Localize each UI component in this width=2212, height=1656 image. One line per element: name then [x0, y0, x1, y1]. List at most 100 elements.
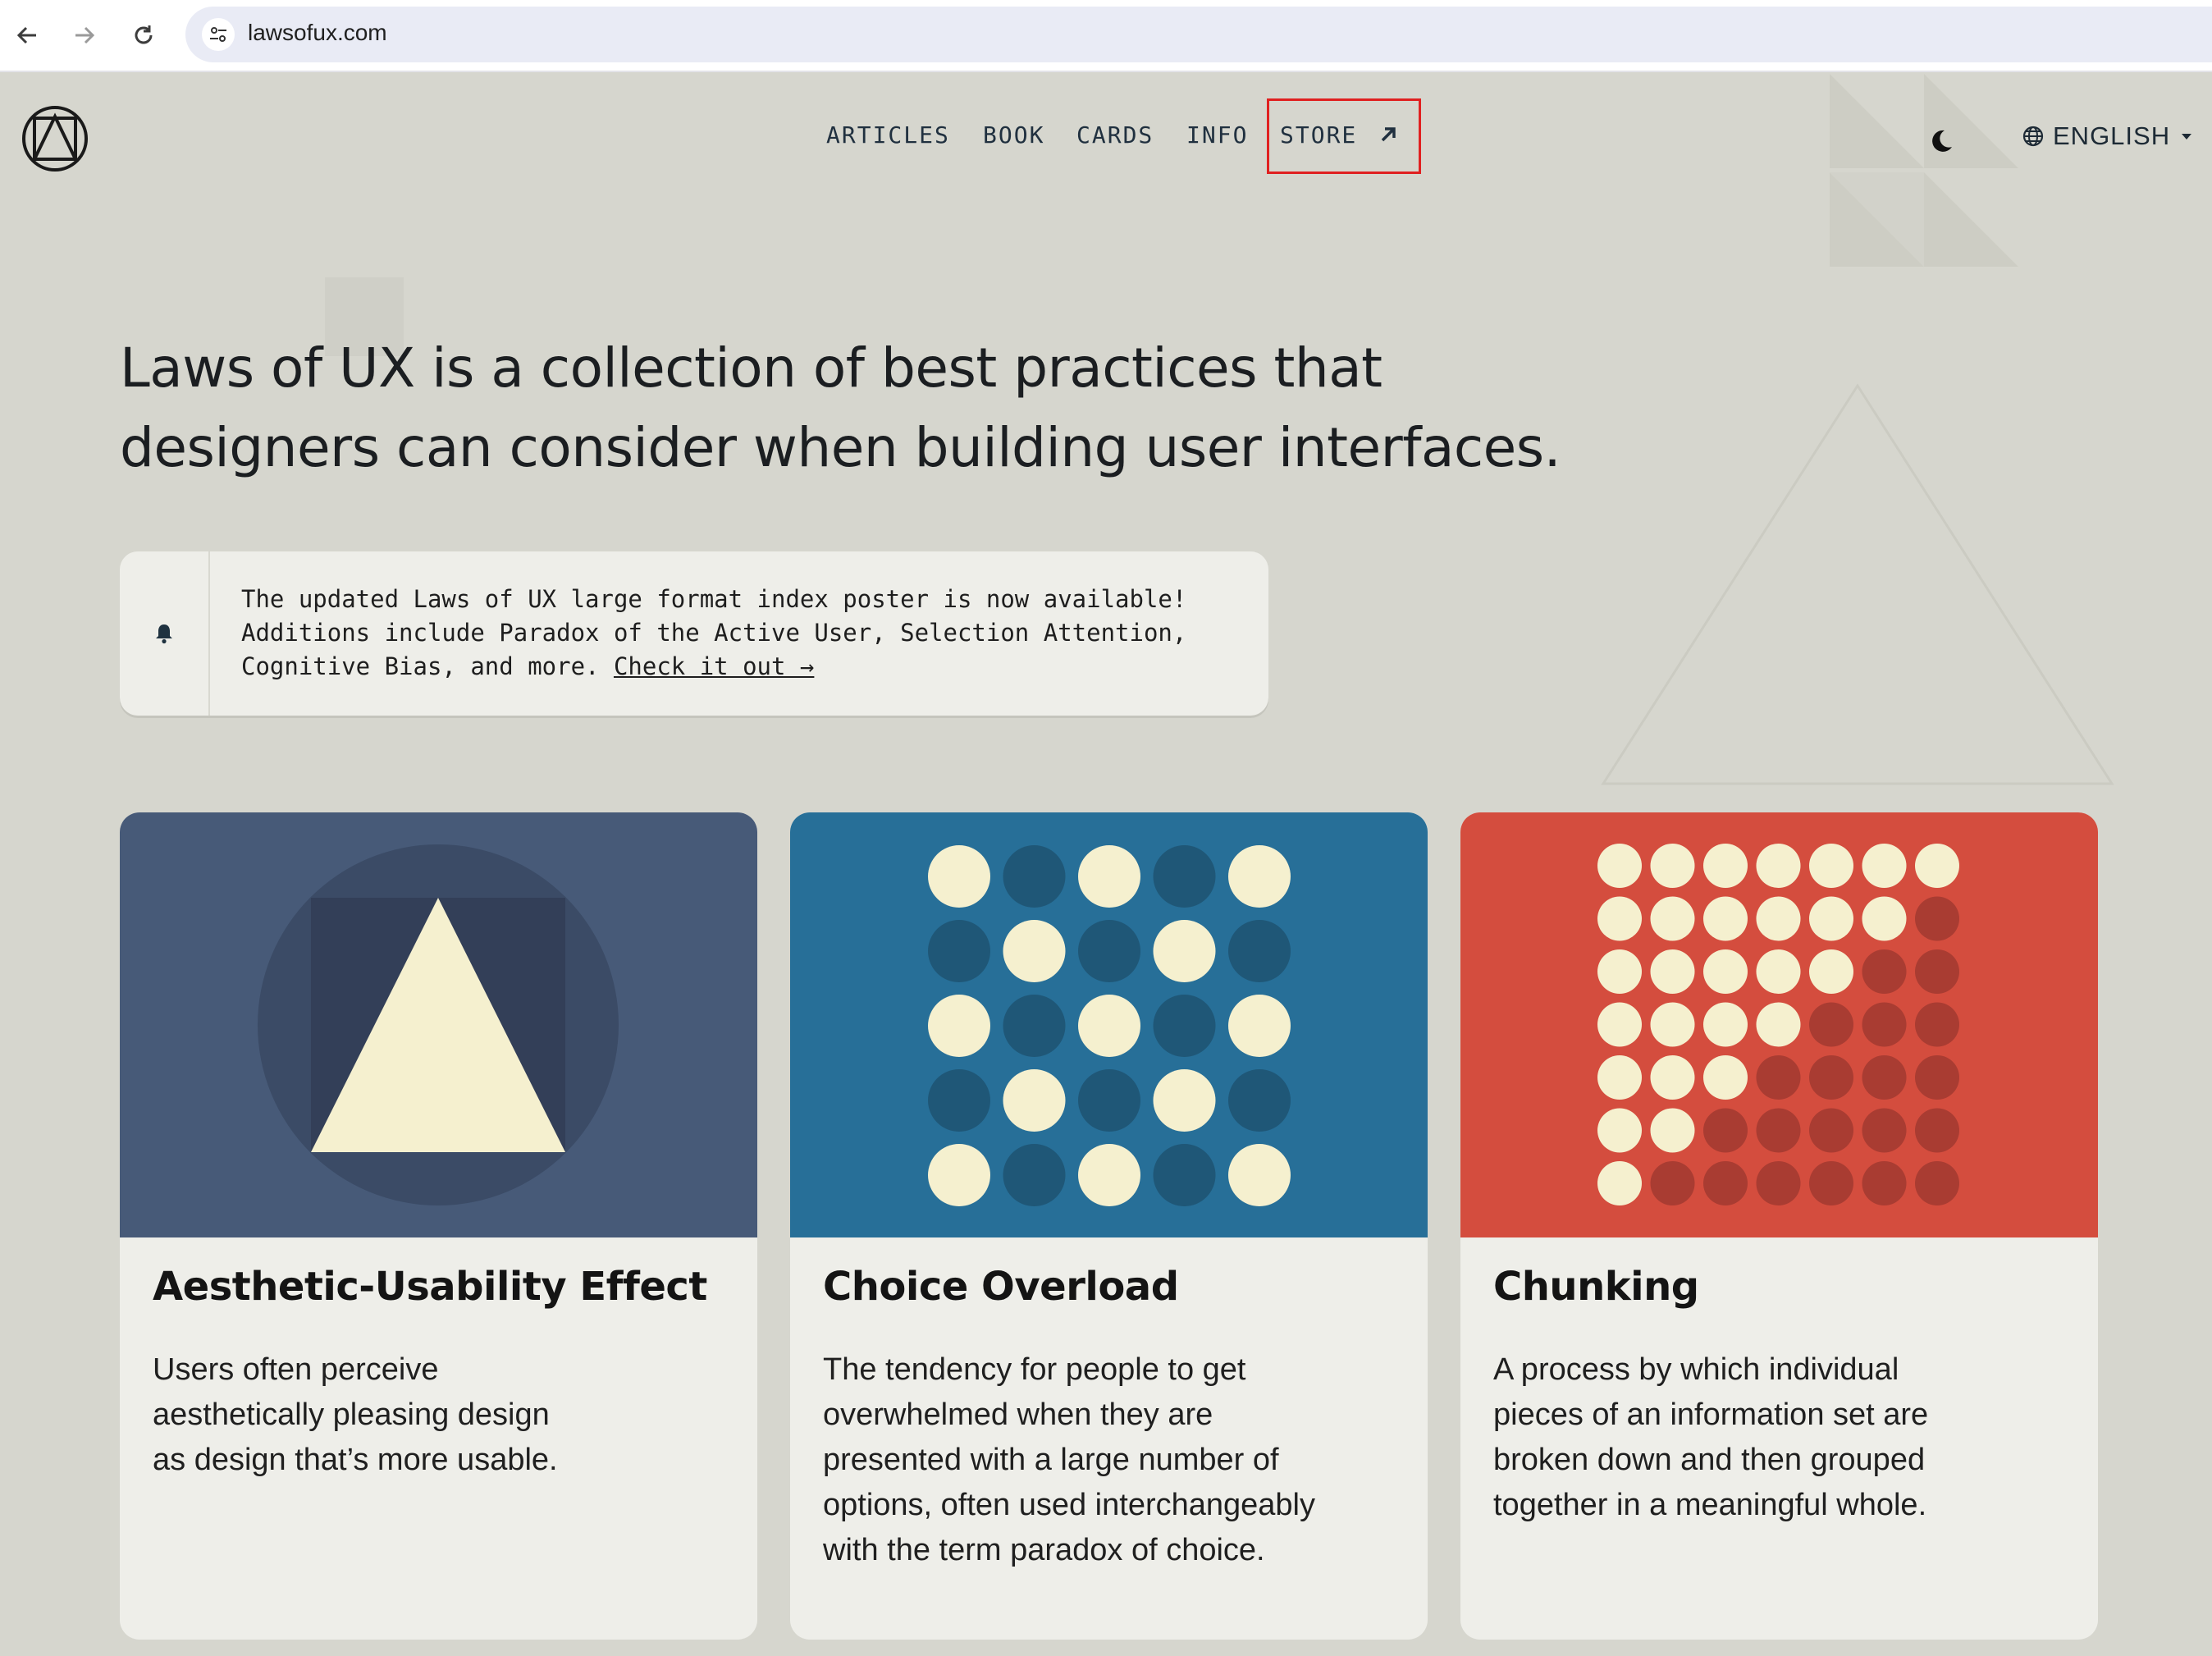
pattern-dot: [928, 920, 990, 982]
card-desc-line: A process by which individual: [1493, 1352, 1899, 1387]
pattern-dot: [1597, 1161, 1642, 1205]
check-it-out-link[interactable]: Check it out →: [614, 652, 814, 680]
pattern-dot: [928, 995, 990, 1057]
pattern-dot: [1597, 844, 1642, 888]
pattern-dot: [1915, 844, 1959, 888]
back-button[interactable]: [7, 15, 48, 56]
address-bar[interactable]: lawsofux.com: [185, 7, 2212, 62]
pattern-dot: [1703, 949, 1748, 994]
pattern-dot: [1756, 1161, 1801, 1205]
notice-line-3: Cognitive Bias, and more.: [241, 652, 614, 680]
pattern-dot: [1078, 1069, 1140, 1132]
pattern-dot: [1703, 1161, 1748, 1205]
card-title: Aesthetic-Usability Effect: [153, 1264, 707, 1310]
pattern-dot: [1228, 1144, 1291, 1206]
card-art-choice-overload: [790, 812, 1428, 1237]
pattern-dot: [1756, 1055, 1801, 1100]
nav-cards[interactable]: CARDS: [1076, 121, 1154, 149]
pattern-dot: [1703, 896, 1748, 941]
card-art-aesthetic-usability: [120, 812, 757, 1237]
pattern-dot: [1862, 896, 1907, 941]
pattern-dot: [1597, 1055, 1642, 1100]
pattern-dot: [1915, 1108, 1959, 1153]
pattern-dot: [1078, 920, 1140, 982]
card-desc-line: The tendency for people to get: [823, 1352, 1246, 1387]
pattern-dot: [1915, 1161, 1959, 1205]
pattern-dot: [1703, 1002, 1748, 1047]
pattern-dot: [1862, 1055, 1907, 1100]
url-text[interactable]: lawsofux.com: [248, 20, 387, 46]
card-choice-overload[interactable]: Choice Overload The tendency for people …: [790, 812, 1428, 1640]
forward-button[interactable]: [64, 15, 105, 56]
card-desc-line: presented with a large number of: [823, 1443, 1279, 1477]
pattern-dot: [1915, 1055, 1959, 1100]
pattern-dot: [1703, 844, 1748, 888]
pattern-dot: [1153, 1144, 1216, 1206]
pattern-dot: [1153, 845, 1216, 908]
pattern-dot: [928, 1144, 990, 1206]
background-triangles-decoration: [1830, 74, 2018, 267]
pattern-dot: [1756, 1108, 1801, 1153]
hero-heading: Laws of UX is a collection of best pract…: [120, 328, 1679, 487]
pattern-dot: [1650, 1108, 1695, 1153]
pattern-dot: [1650, 1055, 1695, 1100]
card-desc-line: overwhelmed when they are: [823, 1398, 1213, 1432]
pattern-dot: [1809, 1108, 1853, 1153]
pattern-dot: [1862, 1002, 1907, 1047]
notice-text: The updated Laws of UX large format inde…: [241, 583, 1242, 684]
arrow-left-icon: [16, 26, 36, 44]
hero-line-2: designers can consider when building use…: [120, 416, 1561, 479]
pattern-dot: [1597, 1002, 1642, 1047]
card-description: Users often perceive aesthetically pleas…: [153, 1347, 719, 1483]
pattern-dot: [1862, 1108, 1907, 1153]
nav-info[interactable]: INFO: [1186, 121, 1248, 149]
card-chunking[interactable]: Chunking A process by which individual p…: [1460, 812, 2098, 1640]
poster-notice: The updated Laws of UX large format inde…: [120, 551, 1268, 716]
pattern-dot: [1650, 1002, 1695, 1047]
reload-button[interactable]: [123, 15, 164, 56]
card-desc-line: with the term paradox of choice.: [823, 1533, 1265, 1567]
pattern-dot: [1078, 845, 1140, 908]
arrow-right-icon: [75, 26, 95, 44]
pattern-dot: [1228, 1069, 1291, 1132]
card-desc-line: broken down and then grouped: [1493, 1443, 1926, 1477]
pattern-dot: [1809, 1002, 1853, 1047]
pattern-dot: [1078, 1144, 1140, 1206]
pattern-dot: [1153, 1069, 1216, 1132]
pattern-dot: [1228, 845, 1291, 908]
globe-icon: [2022, 126, 2044, 147]
browser-toolbar: lawsofux.com: [0, 0, 2212, 72]
card-title: Choice Overload: [823, 1264, 1179, 1310]
pattern-dot: [1809, 949, 1853, 994]
pattern-dot: [1003, 995, 1066, 1057]
pattern-dot: [1703, 1055, 1748, 1100]
card-desc-line: as design that’s more usable.: [153, 1443, 558, 1477]
nav-articles[interactable]: ARTICLES: [826, 121, 950, 149]
pattern-dot: [1003, 845, 1066, 908]
main-nav: ARTICLES BOOK CARDS INFO STORE: [0, 121, 2212, 154]
card-title: Chunking: [1493, 1264, 1699, 1310]
pattern-dot: [1597, 949, 1642, 994]
card-description: The tendency for people to get overwhelm…: [823, 1347, 1389, 1573]
language-selector[interactable]: ENGLISH: [2022, 121, 2195, 151]
pattern-dot: [1650, 1161, 1695, 1205]
pattern-dot: [1703, 1108, 1748, 1153]
nav-book[interactable]: BOOK: [983, 121, 1044, 149]
card-aesthetic-usability-effect[interactable]: Aesthetic-Usability Effect Users often p…: [120, 812, 757, 1640]
pattern-dot: [1915, 1002, 1959, 1047]
moon-icon[interactable]: [1928, 128, 1954, 154]
pattern-dot: [1153, 995, 1216, 1057]
pattern-dot: [1597, 1108, 1642, 1153]
pattern-dot: [1809, 844, 1853, 888]
card-art-chunking: [1460, 812, 2098, 1237]
pattern-dot: [1809, 1161, 1853, 1205]
pattern-dot: [1862, 844, 1907, 888]
site-settings-icon[interactable]: [202, 18, 235, 51]
pattern-dot: [1003, 920, 1066, 982]
bell-icon: [156, 624, 172, 644]
pattern-dot: [1650, 949, 1695, 994]
pattern-dot: [1756, 896, 1801, 941]
language-label: ENGLISH: [2053, 121, 2171, 150]
store-highlight-box: [1267, 98, 1421, 174]
card-desc-line: Users often perceive: [153, 1352, 439, 1387]
